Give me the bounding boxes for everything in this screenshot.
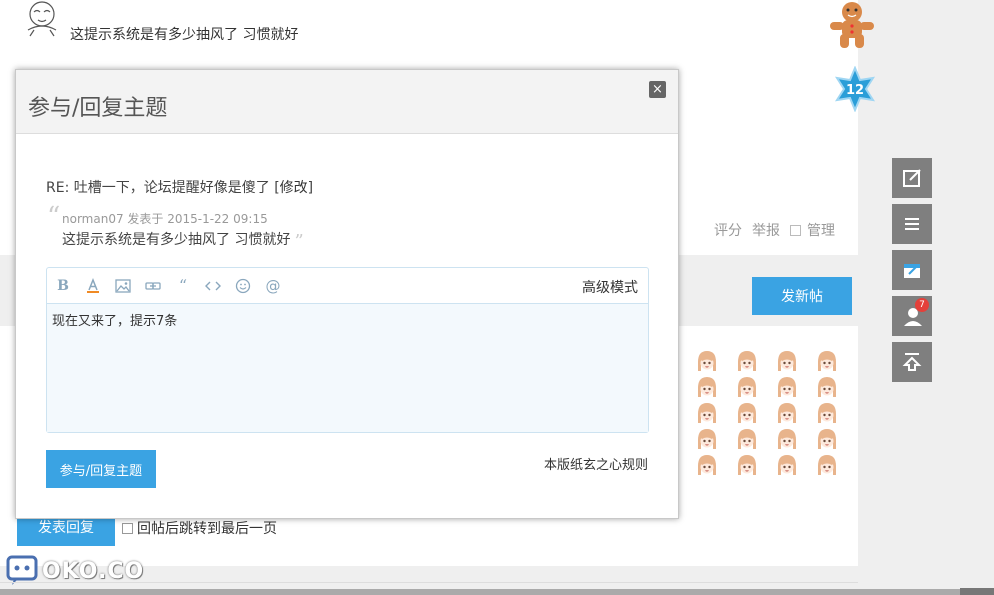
emoji-icon[interactable] [816, 428, 838, 450]
quote-meta: norman07 发表于 2015-1-22 09:15 [62, 212, 268, 226]
emoji-icon[interactable] [816, 350, 838, 372]
emoji-icon[interactable] [696, 350, 718, 372]
emoji-icon[interactable] [776, 428, 798, 450]
level-badge-number: 12 [846, 83, 864, 98]
image-icon[interactable] [113, 276, 133, 296]
emoji-icon[interactable] [816, 454, 838, 476]
edit-icon [903, 169, 921, 187]
new-post-button[interactable]: 发新帖 [752, 277, 852, 315]
side-toolbar: 7 [892, 158, 932, 382]
quote-close-icon: ” [294, 231, 304, 252]
rate-link[interactable]: 评分 [714, 220, 742, 240]
divider [0, 582, 858, 583]
emoji-icon[interactable] [696, 376, 718, 398]
code-icon[interactable] [203, 276, 223, 296]
notification-count-badge: 7 [915, 298, 929, 312]
emoji-icon[interactable] [776, 402, 798, 424]
mention-icon[interactable]: @ [263, 276, 283, 296]
post-actions: 评分 举报 管理 [714, 220, 835, 240]
dialog-header: 参与/回复主题 × [16, 70, 678, 134]
level-badge-icon[interactable]: 12 [832, 65, 878, 113]
emoji-icon[interactable] [816, 376, 838, 398]
reply-textarea[interactable]: 现在又来了，提示7条 [47, 304, 648, 432]
list-icon [905, 218, 919, 230]
edit-link[interactable]: 修改 [280, 180, 308, 196]
advanced-mode-link[interactable]: 高级模式 [582, 277, 638, 297]
jump-last-page-option[interactable]: 回帖后跳转到最后一页 [122, 518, 277, 538]
emoji-icon[interactable] [736, 428, 758, 450]
emoji-icon[interactable] [736, 350, 758, 372]
emoji-icon[interactable] [776, 454, 798, 476]
emoji-icon[interactable] [816, 402, 838, 424]
gingerbread-icon [830, 2, 874, 48]
jump-last-page-checkbox[interactable] [122, 522, 133, 534]
checkin-button[interactable] [892, 250, 932, 290]
quote-text: 这提示系统是有多少抽风了 习惯就好” [62, 231, 304, 252]
bold-icon[interactable]: B [53, 276, 73, 296]
emoji-icon[interactable] [776, 376, 798, 398]
emoji-icon[interactable] [736, 454, 758, 476]
footer-bar [0, 589, 994, 595]
dialog-title: 参与/回复主题 [28, 96, 168, 121]
emoji-icon[interactable] [736, 402, 758, 424]
back-to-top-icon [902, 353, 922, 371]
report-link[interactable]: 举报 [752, 220, 780, 240]
scrollbar-corner [960, 588, 994, 595]
jump-last-page-label: 回帖后跳转到最后一页 [137, 521, 277, 537]
back-to-top-button[interactable] [892, 342, 932, 382]
emoji-icon[interactable] [696, 428, 718, 450]
watermark-text: OKO.CO [42, 558, 145, 584]
forum-rules-link[interactable]: 本版纸玄之心规则 [544, 454, 648, 473]
sign-in-icon [904, 264, 920, 278]
quick-post-button[interactable] [892, 158, 932, 198]
editor-toolbar: B “ @ 高级模式 [47, 268, 648, 304]
close-button[interactable]: × [649, 81, 666, 98]
user-avatar[interactable] [20, 0, 66, 40]
quote-open-icon: “ [47, 202, 61, 232]
manage-checkbox[interactable] [790, 224, 801, 236]
notifications-button[interactable]: 7 [892, 296, 932, 336]
reply-subject: RE: 吐槽一下，论坛提醒好像是傻了 [修改] [46, 180, 314, 196]
manage-link[interactable]: 管理 [807, 220, 835, 240]
smiley-icon[interactable] [233, 276, 253, 296]
emoji-icon[interactable] [696, 454, 718, 476]
quote-icon[interactable]: “ [173, 276, 193, 296]
emoji-icon[interactable] [776, 350, 798, 372]
font-color-icon[interactable] [83, 276, 103, 296]
emoji-icon[interactable] [736, 376, 758, 398]
submit-reply-button[interactable]: 参与/回复主题 [46, 450, 156, 488]
link-icon[interactable] [143, 276, 163, 296]
menu-button[interactable] [892, 204, 932, 244]
emoji-icon[interactable] [696, 402, 718, 424]
reply-dialog: 参与/回复主题 × RE: 吐槽一下，论坛提醒好像是傻了 [修改] “ norm… [15, 69, 679, 519]
emoji-grid [690, 350, 850, 476]
reply-editor: B “ @ 高级模式 现在又来了，提示7条 [46, 267, 649, 433]
post-content: 这提示系统是有多少抽风了 习惯就好 [70, 27, 299, 43]
